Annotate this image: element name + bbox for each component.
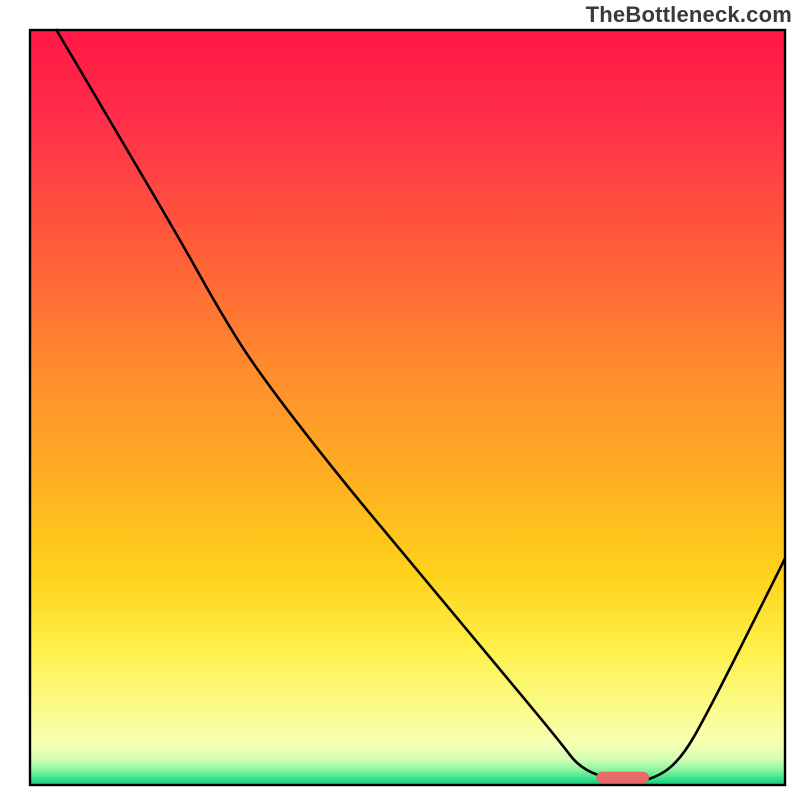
chart-container: TheBottleneck.com	[0, 0, 800, 800]
optimal-marker	[596, 772, 649, 783]
watermark-label: TheBottleneck.com	[586, 2, 792, 28]
bottleneck-chart	[0, 0, 800, 800]
chart-gradient-background	[30, 30, 785, 785]
